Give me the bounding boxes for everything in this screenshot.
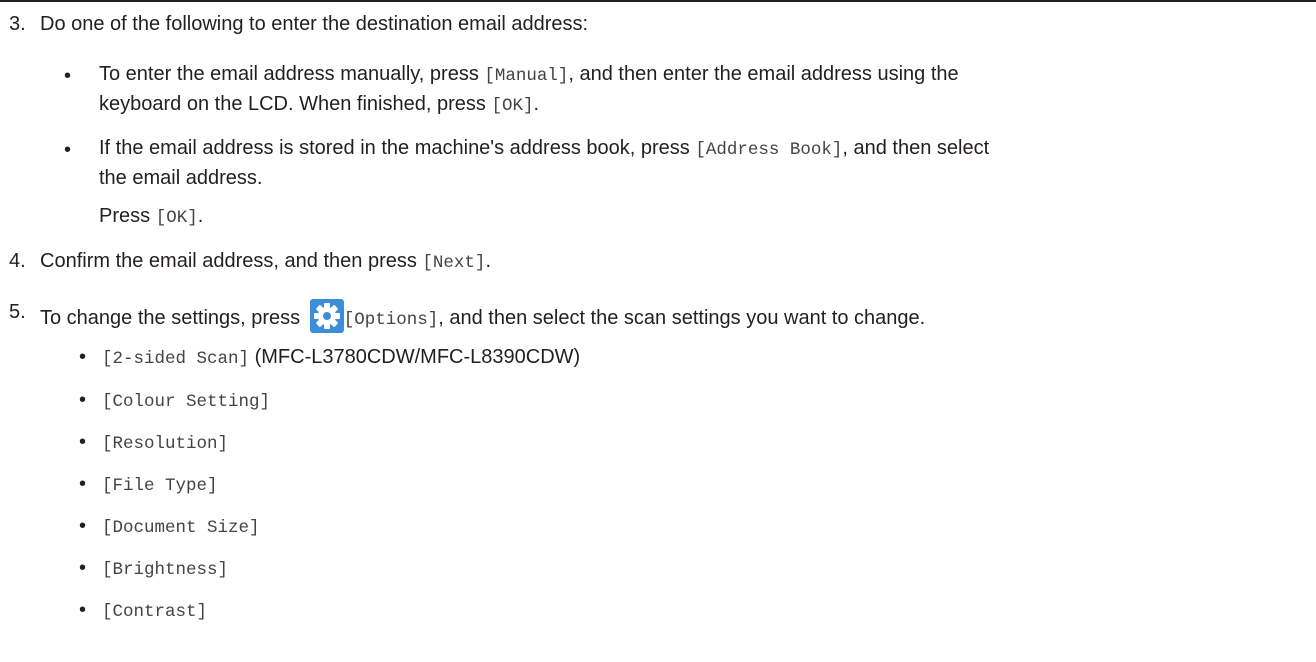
step-text: Confirm the email address, and then pres… <box>40 250 491 273</box>
option-2-sided-scan: [2-sided Scan] (MFC-L3780CDW/MFC-L8390CD… <box>102 346 581 369</box>
option-colour-setting: [Colour Setting] <box>102 392 271 412</box>
bullet-glyph: • <box>79 557 87 579</box>
bullet-address-book-line2: the email address. <box>99 167 263 189</box>
press-ok-line: Press [OK]. <box>99 205 204 228</box>
gear-icon <box>309 299 344 333</box>
bullet-manual-line2: keyboard on the LCD. When finished, pres… <box>99 93 540 116</box>
key-options: [Options] <box>343 310 439 330</box>
top-divider <box>0 0 1316 2</box>
option-brightness: [Brightness] <box>102 560 229 580</box>
step-number: 5. <box>9 301 26 323</box>
step-number: 3. <box>9 13 26 35</box>
bullet-glyph: • <box>79 431 87 453</box>
option-contrast: [Contrast] <box>102 602 208 622</box>
bullet-glyph: • <box>64 139 72 161</box>
bullet-glyph: • <box>79 346 87 368</box>
step-text: To change the settings, press [Options],… <box>40 299 925 333</box>
bullet-glyph: • <box>79 389 87 411</box>
step-number: 4. <box>9 250 26 272</box>
option-resolution: [Resolution] <box>102 434 229 454</box>
bullet-glyph: • <box>79 473 87 495</box>
option-file-type: [File Type] <box>102 476 218 496</box>
key-manual: [Manual] <box>484 66 569 86</box>
bullet-glyph: • <box>79 599 87 621</box>
bullet-glyph: • <box>79 515 87 537</box>
step-text: Do one of the following to enter the des… <box>40 13 589 35</box>
key-next: [Next] <box>422 253 486 273</box>
key-ok: [OK] <box>155 208 198 228</box>
key-address-book: [Address Book] <box>695 140 843 160</box>
bullet-glyph: • <box>64 65 72 87</box>
key-ok: [OK] <box>491 96 534 116</box>
option-document-size: [Document Size] <box>102 518 260 538</box>
